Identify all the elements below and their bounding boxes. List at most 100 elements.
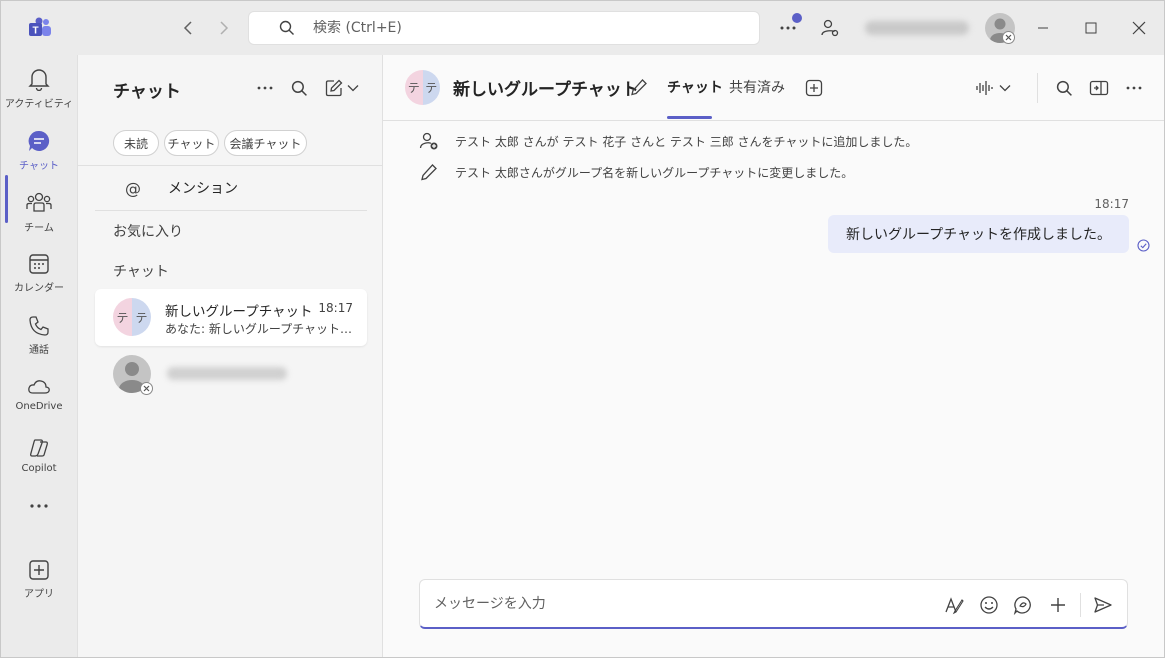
notification-dot <box>792 13 802 23</box>
copilot-icon <box>30 439 48 457</box>
presence-offline-icon <box>1002 31 1015 44</box>
title-bar: T <box>1 1 1164 55</box>
chat-list-item[interactable] <box>95 351 367 401</box>
mentions-item[interactable]: @ メンション <box>96 173 366 203</box>
chevron-right-icon <box>220 21 229 35</box>
tab-chat[interactable]: チャット <box>667 77 723 97</box>
conversation-title: 新しいグループチャット <box>453 80 639 100</box>
rail-item-activity[interactable]: アクティビティ <box>1 59 77 117</box>
conversation-search-button[interactable] <box>1051 75 1077 101</box>
rename-button[interactable] <box>627 75 651 99</box>
avatar-initial: テ <box>405 70 423 105</box>
bell-icon <box>28 69 50 91</box>
rail-item-label: アプリ <box>24 589 54 600</box>
loop-icon <box>1013 596 1031 615</box>
more-horizontal-icon <box>257 86 273 90</box>
conversation-more-button[interactable] <box>1121 75 1147 101</box>
pencil-icon <box>631 79 647 96</box>
tab-active-indicator <box>667 116 712 119</box>
rail-item-onedrive[interactable]: OneDrive <box>1 369 77 427</box>
more-horizontal-icon <box>1126 86 1142 90</box>
rail-item-label: アクティビティ <box>4 99 74 110</box>
rail-item-label: チーム <box>24 223 54 234</box>
emoji-icon <box>980 596 998 614</box>
new-chat-button[interactable] <box>322 75 362 101</box>
more-horizontal-icon <box>780 26 796 30</box>
at-icon: @ <box>125 178 141 198</box>
teams-people-icon <box>26 192 52 212</box>
forward-button[interactable] <box>213 17 235 39</box>
panel-icon <box>1089 80 1109 96</box>
compose-icon <box>325 79 343 97</box>
divider <box>78 165 382 166</box>
message-input[interactable] <box>434 592 914 616</box>
avatar-initial: テ <box>113 298 132 336</box>
teams-window: T 検索 (Ctrl+E) アクティビティ チャット チーム カレンダー 通話 … <box>0 0 1165 658</box>
chat-list-panel: チャット 未読 チャット 会議チャット @ メンション お気に入り チャット テ… <box>77 55 383 657</box>
group-avatar: テ テ <box>113 298 151 336</box>
emoji-button[interactable] <box>977 593 1001 617</box>
rail-item-apps[interactable]: アプリ <box>1 551 77 609</box>
person-gear-icon <box>821 19 839 37</box>
filter-unread[interactable]: 未読 <box>113 130 159 156</box>
conversation-header: テ テ 新しいグループチャット チャット 共有済み <box>383 55 1164 121</box>
format-button[interactable] <box>942 593 966 617</box>
search-box[interactable] <box>248 11 760 45</box>
send-icon <box>1094 597 1112 613</box>
format-text-icon <box>945 597 964 615</box>
minimize-button[interactable] <box>1031 16 1055 40</box>
system-message-text: テスト 太郎さんがグループ名を新しいグループチャットに変更しました。 <box>455 165 854 180</box>
add-tab-button[interactable] <box>801 75 827 101</box>
rail-item-label: 通話 <box>29 345 49 356</box>
message-bubble[interactable]: 新しいグループチャットを作成しました。 <box>827 215 1129 253</box>
rail-item-copilot[interactable]: Copilot <box>1 429 77 487</box>
message-time: 18:17 <box>1094 197 1129 211</box>
calendar-icon <box>29 254 49 274</box>
call-button[interactable] <box>971 75 1015 101</box>
chevron-down-icon <box>347 85 359 92</box>
message-composer[interactable] <box>419 579 1128 629</box>
maximize-button[interactable] <box>1079 16 1103 40</box>
close-button[interactable] <box>1127 16 1151 40</box>
back-button[interactable] <box>177 17 199 39</box>
send-button[interactable] <box>1091 593 1115 617</box>
user-name-blurred <box>865 21 969 35</box>
people-settings-button[interactable] <box>817 15 843 41</box>
attach-button[interactable] <box>1046 593 1070 617</box>
conversation-pane: テ テ 新しいグループチャット チャット 共有済み テスト 太郎 さんが テスト… <box>383 55 1164 657</box>
avatar-initial: テ <box>422 70 440 105</box>
tab-shared[interactable]: 共有済み <box>729 77 785 97</box>
chat-name: 新しいグループチャット <box>165 304 313 320</box>
group-avatar[interactable]: テ テ <box>405 70 440 105</box>
more-horizontal-icon <box>30 504 48 508</box>
system-message: テスト 太郎さんがグループ名を新しいグループチャットに変更しました。 <box>419 162 853 182</box>
presence-offline-icon <box>140 382 153 395</box>
filter-meeting-chat[interactable]: 会議チャット <box>224 130 307 156</box>
rail-item-label: Copilot <box>21 463 57 474</box>
filter-chat[interactable]: チャット <box>164 130 219 156</box>
loop-button[interactable] <box>1011 593 1035 617</box>
chat-list-item[interactable]: テ テ 新しいグループチャット 18:17 あなた: 新しいグループチャットを作… <box>95 289 367 346</box>
phone-icon <box>29 316 49 336</box>
app-rail: アクティビティ チャット チーム カレンダー 通話 OneDrive Copil… <box>1 55 77 657</box>
divider <box>95 210 367 211</box>
rail-item-calls[interactable]: 通話 <box>1 307 77 365</box>
chats-section-label[interactable]: チャット <box>113 261 169 281</box>
chat-list-search-button[interactable] <box>286 75 312 101</box>
mentions-label: メンション <box>168 181 238 197</box>
close-icon <box>1132 21 1146 35</box>
rail-item-chat[interactable]: チャット <box>1 121 77 179</box>
chevron-left-icon <box>183 21 192 35</box>
chat-list-more-button[interactable] <box>252 75 278 101</box>
header-divider <box>1037 73 1038 103</box>
search-input[interactable] <box>313 20 693 36</box>
rail-item-calendar[interactable]: カレンダー <box>1 245 77 303</box>
plus-icon <box>1051 598 1065 612</box>
rail-more-apps-button[interactable] <box>1 495 77 525</box>
chat-name-blurred <box>167 367 287 380</box>
pencil-icon <box>419 162 439 182</box>
cloud-icon <box>28 380 50 394</box>
pop-out-button[interactable] <box>1086 75 1112 101</box>
rail-item-teams[interactable]: チーム <box>1 183 77 241</box>
favorites-section-label[interactable]: お気に入り <box>113 221 183 241</box>
